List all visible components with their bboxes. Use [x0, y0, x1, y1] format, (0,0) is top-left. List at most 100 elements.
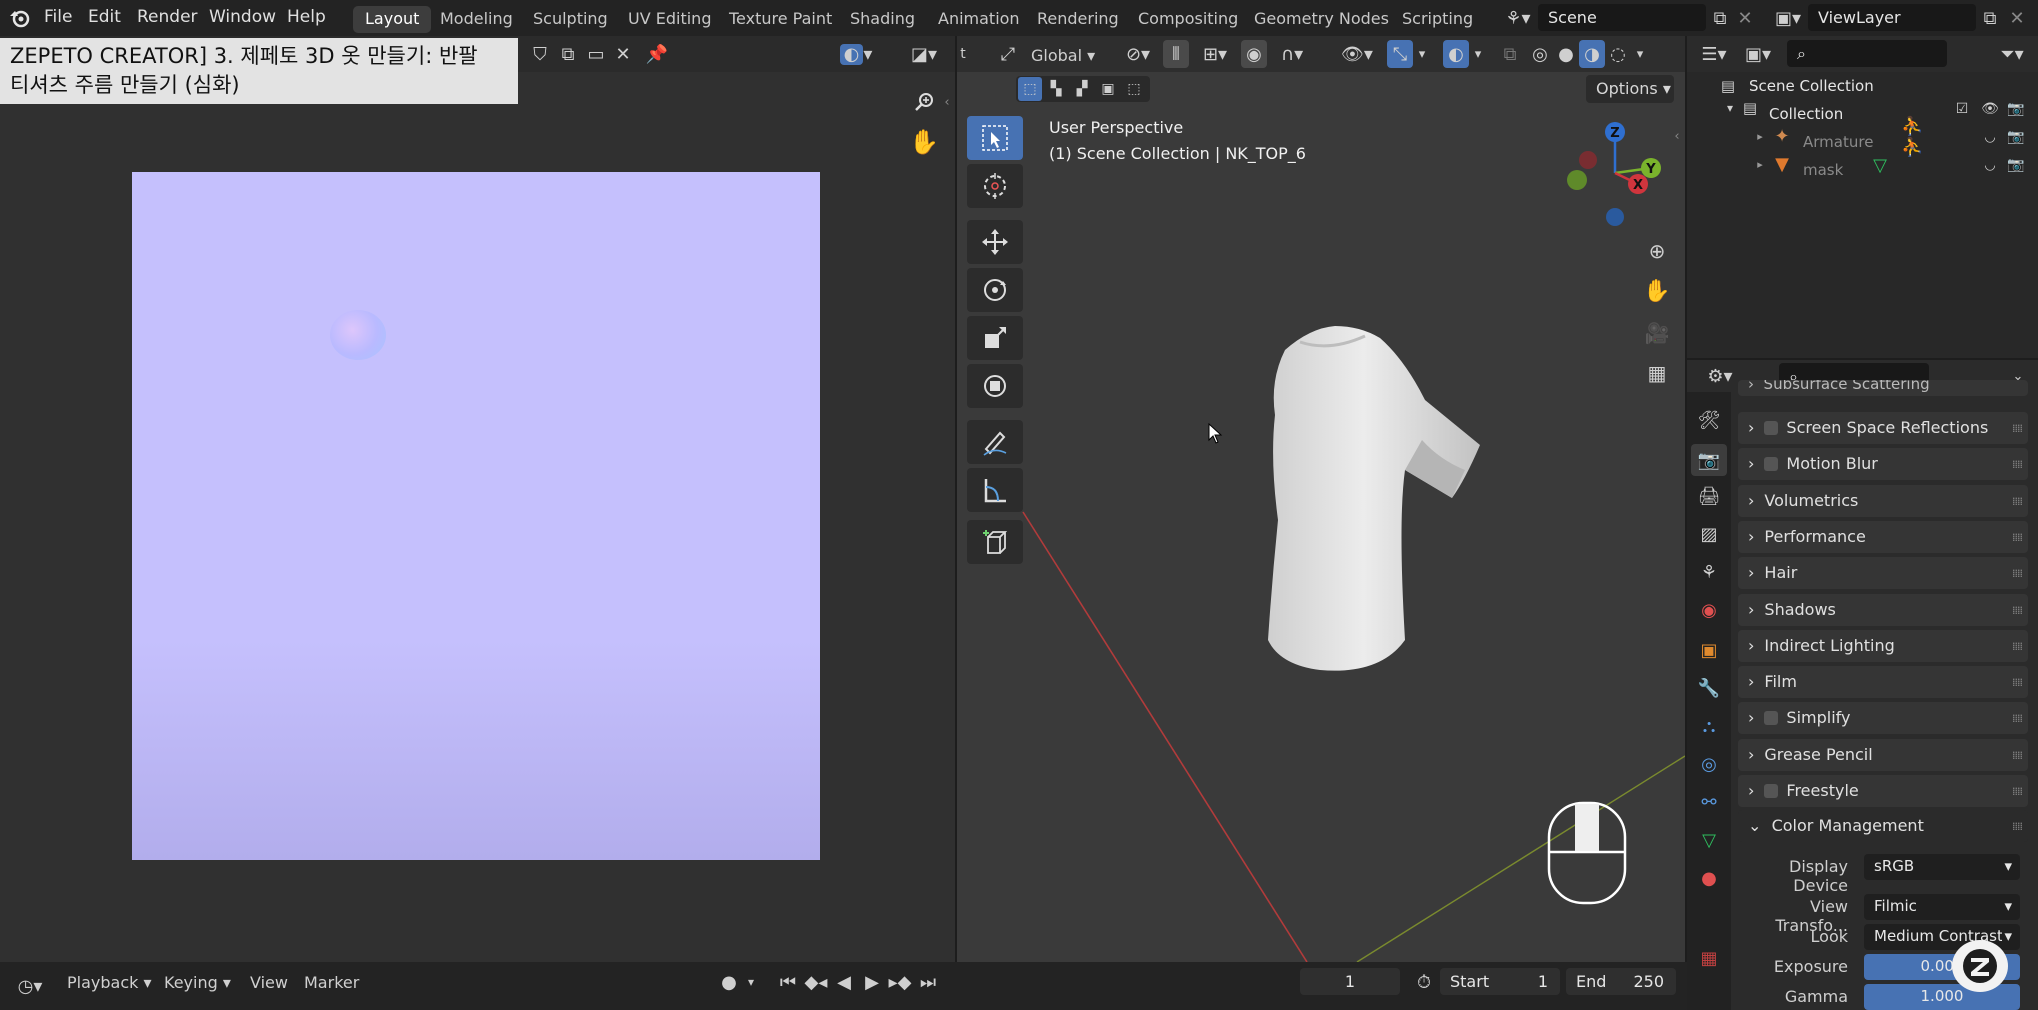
- panel-enable-checkbox[interactable]: [1764, 421, 1779, 435]
- move-tool[interactable]: [967, 220, 1023, 264]
- sidebar-toggle-icon[interactable]: ‹: [1670, 126, 1684, 146]
- jump-start-icon[interactable]: ⏮: [774, 968, 802, 996]
- orientation-dropdown[interactable]: Global ▾: [1031, 43, 1121, 67]
- viewport-overlays-icon[interactable]: ◐: [1443, 40, 1469, 68]
- panel-freestyle[interactable]: › Freestyle ⁞⁞⁞⁞: [1738, 775, 2028, 807]
- drag-handle-icon[interactable]: ⁞⁞⁞⁞: [2012, 604, 2023, 617]
- drag-handle-icon[interactable]: ⁞⁞⁞⁞: [2012, 785, 2023, 798]
- viewport-zoom-icon[interactable]: ⊕: [1640, 234, 1674, 268]
- tab-sculpting[interactable]: Sculpting: [521, 6, 620, 33]
- cursor-tool[interactable]: [967, 164, 1023, 208]
- select-subtract-icon[interactable]: ▞: [1070, 77, 1094, 101]
- panel-simplify[interactable]: › Simplify ⁞⁞⁞⁞: [1738, 702, 2028, 734]
- display-channels-icon[interactable]: ◪▾: [904, 40, 944, 68]
- scale-tool[interactable]: [967, 316, 1023, 360]
- properties-editor-type-icon[interactable]: ⚙▾: [1701, 362, 1739, 390]
- jump-end-icon[interactable]: ⏭: [914, 968, 942, 996]
- editor-type-icon[interactable]: ☰▾: [1695, 40, 1733, 68]
- rendered-shading-icon[interactable]: ◌: [1605, 40, 1631, 68]
- panel-enable-checkbox[interactable]: [1764, 784, 1779, 798]
- tab-texture-paint[interactable]: Texture Paint: [717, 6, 844, 33]
- menu-window[interactable]: Window: [209, 7, 276, 27]
- pin-icon[interactable]: 📌: [644, 40, 670, 68]
- outliner-search-input[interactable]: ⌕: [1787, 40, 1947, 67]
- drag-handle-icon[interactable]: ⁞⁞⁞⁞: [2012, 676, 2023, 689]
- panel-enable-checkbox[interactable]: [1764, 711, 1779, 725]
- material-tab-icon[interactable]: ●: [1695, 864, 1723, 892]
- drag-handle-icon[interactable]: ⁞⁞⁞⁞: [2012, 495, 2023, 508]
- panel-subsurface-scattering[interactable]: › Subsurface Scattering: [1738, 380, 2028, 396]
- panel-shadows[interactable]: › Shadows ⁞⁞⁞⁞: [1738, 594, 2028, 626]
- panel-performance[interactable]: › Performance ⁞⁞⁞⁞: [1738, 521, 2028, 553]
- tab-uv-editing[interactable]: UV Editing: [616, 6, 723, 33]
- rotate-tool[interactable]: [967, 268, 1023, 312]
- select-intersect-icon[interactable]: ⬚: [1122, 77, 1146, 101]
- measure-tool[interactable]: [967, 468, 1023, 512]
- material-shading-icon[interactable]: ◑: [1579, 40, 1605, 68]
- preview-range-icon[interactable]: ⏱: [1410, 968, 1438, 996]
- filter-icon[interactable]: ⏷▾: [1993, 40, 2031, 68]
- end-frame-field[interactable]: End 250: [1566, 968, 1676, 995]
- menu-edit[interactable]: Edit: [88, 7, 121, 27]
- mask-eye-closed-icon[interactable]: ◡: [1979, 154, 2001, 176]
- view-menu[interactable]: View: [250, 973, 288, 992]
- gamma-slider[interactable]: 1.000: [1864, 984, 2020, 1010]
- scene-tab-icon[interactable]: ⚘: [1695, 558, 1723, 586]
- snap-icon[interactable]: ⦀: [1163, 40, 1189, 68]
- menu-help[interactable]: Help: [287, 7, 326, 27]
- marker-menu[interactable]: Marker: [304, 973, 359, 992]
- keying-menu[interactable]: Keying ▾: [164, 973, 231, 992]
- view-layer-tab-icon[interactable]: ▨: [1695, 520, 1723, 548]
- pivot-point-icon[interactable]: ⊘▾: [1117, 40, 1159, 68]
- drag-handle-icon[interactable]: ⁞⁞⁞⁞: [2012, 749, 2023, 762]
- select-extend-icon[interactable]: ▚: [1044, 77, 1068, 101]
- tab-scripting[interactable]: Scripting: [1390, 6, 1485, 33]
- tab-rendering[interactable]: Rendering: [1025, 6, 1131, 33]
- menu-render[interactable]: Render: [137, 7, 198, 27]
- proportional-edit-icon[interactable]: ◉: [1241, 40, 1267, 68]
- collection-eye-icon[interactable]: 👁: [1979, 98, 2001, 120]
- collection-camera-icon[interactable]: 📷: [2005, 98, 2027, 120]
- panel-color-management[interactable]: ⌄ Color Management ⁞⁞⁞⁞: [1738, 810, 2028, 842]
- falloff-icon[interactable]: ∩▾: [1271, 40, 1313, 68]
- tab-compositing[interactable]: Compositing: [1126, 6, 1250, 33]
- visibility-icon[interactable]: 👁▾: [1335, 40, 1379, 68]
- gizmo-icon[interactable]: ⤡: [1387, 40, 1413, 68]
- view-layer-field[interactable]: ViewLayer: [1808, 4, 1976, 31]
- output-tab-icon[interactable]: 🖨: [1695, 482, 1723, 510]
- auto-key-dropdown-icon[interactable]: ▾: [744, 968, 758, 996]
- duplicate-image-icon[interactable]: ⧉: [556, 40, 580, 68]
- navigation-gizmo[interactable]: Z Y X: [1560, 118, 1670, 228]
- collection-label[interactable]: Collection: [1769, 105, 1843, 123]
- drag-handle-icon[interactable]: ⁞⁞⁞⁞: [2012, 458, 2023, 471]
- delete-view-layer-icon[interactable]: ✕: [2006, 4, 2028, 32]
- select-box-tool[interactable]: [967, 116, 1023, 160]
- transform-orientation-icon[interactable]: ⤢: [995, 40, 1021, 68]
- drag-handle-icon[interactable]: ⁞⁞⁞⁞: [2012, 531, 2023, 544]
- start-frame-field[interactable]: Start 1: [1440, 968, 1560, 995]
- solid-shading-icon[interactable]: ●: [1553, 40, 1579, 68]
- physics-tab-icon[interactable]: ◎: [1695, 750, 1723, 778]
- panel-volumetrics[interactable]: › Volumetrics ⁞⁞⁞⁞: [1738, 485, 2028, 517]
- camera-view-icon[interactable]: 🎥: [1640, 316, 1674, 350]
- texture-tab-icon[interactable]: ▦: [1695, 944, 1723, 972]
- tab-geometry-nodes[interactable]: Geometry Nodes: [1242, 6, 1401, 33]
- drag-handle-icon[interactable]: ⁞⁞⁞⁞: [2012, 640, 2023, 653]
- tab-shading[interactable]: Shading: [838, 6, 927, 33]
- constraints-tab-icon[interactable]: ⚯: [1695, 788, 1723, 816]
- transform-tool[interactable]: [967, 364, 1023, 408]
- scene-collection-label[interactable]: Scene Collection: [1749, 77, 1874, 95]
- armature-eye-closed-icon[interactable]: ◡: [1979, 126, 2001, 148]
- panel-indirect-lighting[interactable]: › Indirect Lighting ⁞⁞⁞⁞: [1738, 630, 2028, 662]
- outliner-item-mask[interactable]: mask: [1803, 161, 1843, 179]
- drag-handle-icon[interactable]: ⁞⁞⁞⁞: [2012, 567, 2023, 580]
- modifier-tab-icon[interactable]: 🔧: [1695, 674, 1723, 702]
- mode-menu-fragment[interactable]: t: [957, 40, 969, 68]
- tshirt-model[interactable]: [1230, 320, 1490, 690]
- collapse-arrow-icon[interactable]: ‹: [940, 92, 954, 112]
- shading-dropdown-icon[interactable]: ▾: [1631, 40, 1649, 68]
- data-tab-icon[interactable]: ▽: [1695, 826, 1723, 854]
- select-new-icon[interactable]: ⬚: [1018, 77, 1042, 101]
- play-icon[interactable]: ▶: [858, 968, 886, 996]
- tool-tab-icon[interactable]: 🛠: [1695, 406, 1723, 434]
